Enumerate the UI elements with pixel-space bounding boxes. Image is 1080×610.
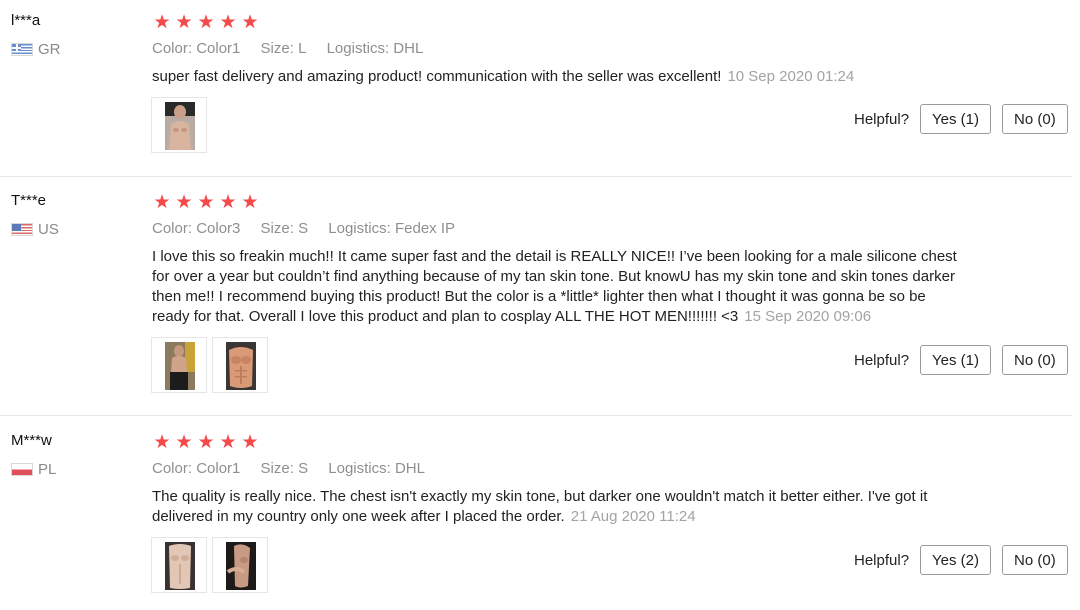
review-text: super fast delivery and amazing product!… bbox=[152, 67, 967, 87]
helpful-yes-button[interactable]: Yes (2) bbox=[920, 545, 992, 575]
star-icon: ★ bbox=[219, 431, 237, 453]
review-photo-thumbnail[interactable] bbox=[151, 337, 207, 393]
logistics-value: DHL bbox=[394, 460, 425, 477]
color-label: Color: bbox=[152, 220, 193, 237]
reviewer-country: PL bbox=[11, 461, 56, 478]
reviewer-name: M***w bbox=[11, 432, 52, 449]
helpful-label: Helpful? bbox=[854, 551, 910, 569]
star-icon: ★ bbox=[219, 11, 237, 33]
reviewer-country: GR bbox=[11, 41, 61, 58]
review-photo-thumbnail[interactable] bbox=[151, 537, 207, 593]
product-attributes: Color: Color3 Size: S Logistics: Fedex I… bbox=[152, 220, 471, 237]
logistics-label: Logistics: bbox=[328, 220, 391, 237]
size-value: S bbox=[298, 460, 309, 477]
star-icon: ★ bbox=[241, 191, 259, 213]
star-rating: ★ ★ ★ ★ ★ bbox=[152, 13, 260, 32]
star-icon: ★ bbox=[241, 431, 259, 453]
review-text: The quality is really nice. The chest is… bbox=[152, 487, 967, 527]
review-photo bbox=[226, 542, 256, 590]
review-text: I love this so freakin much!! It came su… bbox=[152, 247, 967, 327]
usa-flag-icon bbox=[11, 223, 33, 236]
helpful-yes-button[interactable]: Yes (1) bbox=[920, 345, 992, 375]
poland-flag-icon bbox=[11, 463, 33, 476]
review-photo bbox=[226, 342, 256, 390]
helpful-no-button[interactable]: No (0) bbox=[1002, 545, 1068, 575]
size-label: Size: bbox=[260, 460, 294, 477]
logistics-label: Logistics: bbox=[328, 460, 391, 477]
helpful-yes-button[interactable]: Yes (1) bbox=[920, 104, 992, 134]
reviewer-name: T***e bbox=[11, 192, 47, 209]
country-code: US bbox=[38, 221, 59, 238]
review-images bbox=[151, 537, 268, 593]
size-label: Size: bbox=[260, 220, 294, 237]
review-item: T***e US ★ ★ ★ ★ ★ Color: Color3 Size: S… bbox=[0, 177, 1072, 415]
helpful-vote: Helpful? Yes (1) No (0) bbox=[854, 104, 1068, 134]
review-photo-thumbnail[interactable] bbox=[151, 97, 207, 153]
review-item: l***a GR ★ ★ ★ ★ ★ Color: Color1 Size: L… bbox=[0, 0, 1072, 176]
helpful-vote: Helpful? Yes (1) No (0) bbox=[854, 345, 1068, 375]
review-images bbox=[151, 337, 268, 393]
review-photo-thumbnail[interactable] bbox=[212, 537, 268, 593]
review-item: M***w PL ★ ★ ★ ★ ★ Color: Color1 Size: S… bbox=[0, 416, 1072, 610]
greece-flag-icon bbox=[11, 43, 33, 56]
logistics-label: Logistics: bbox=[326, 40, 390, 57]
reviewer-name: l***a bbox=[11, 12, 41, 29]
star-icon: ★ bbox=[175, 431, 193, 453]
review-date: 15 Sep 2020 09:06 bbox=[744, 308, 872, 325]
review-body: The quality is really nice. The chest is… bbox=[152, 488, 928, 525]
review-images bbox=[151, 97, 207, 153]
product-attributes: Color: Color1 Size: S Logistics: DHL bbox=[152, 460, 441, 477]
star-icon: ★ bbox=[153, 11, 171, 33]
size-label: Size: bbox=[260, 40, 294, 57]
country-code: PL bbox=[38, 461, 57, 478]
star-rating: ★ ★ ★ ★ ★ bbox=[152, 433, 260, 452]
star-icon: ★ bbox=[153, 191, 171, 213]
logistics-value: Fedex IP bbox=[394, 220, 455, 237]
review-body: super fast delivery and amazing product!… bbox=[152, 68, 722, 85]
review-date: 21 Aug 2020 11:24 bbox=[570, 508, 696, 525]
star-icon: ★ bbox=[241, 11, 259, 33]
star-icon: ★ bbox=[219, 191, 237, 213]
helpful-vote: Helpful? Yes (2) No (0) bbox=[854, 545, 1068, 575]
color-label: Color: bbox=[152, 40, 193, 57]
country-code: GR bbox=[38, 41, 61, 58]
review-photo bbox=[165, 542, 195, 590]
review-photo-thumbnail[interactable] bbox=[212, 337, 268, 393]
color-value: Color1 bbox=[196, 460, 241, 477]
helpful-no-button[interactable]: No (0) bbox=[1002, 345, 1068, 375]
helpful-no-button[interactable]: No (0) bbox=[1002, 104, 1068, 134]
size-value: S bbox=[298, 220, 309, 237]
product-attributes: Color: Color1 Size: L Logistics: DHL bbox=[152, 40, 439, 57]
star-rating: ★ ★ ★ ★ ★ bbox=[152, 193, 260, 212]
review-photo bbox=[165, 342, 195, 390]
helpful-label: Helpful? bbox=[854, 110, 910, 128]
color-label: Color: bbox=[152, 460, 193, 477]
review-date: 10 Sep 2020 01:24 bbox=[727, 68, 855, 85]
review-photo bbox=[165, 102, 195, 150]
star-icon: ★ bbox=[175, 191, 193, 213]
star-icon: ★ bbox=[197, 11, 215, 33]
star-icon: ★ bbox=[153, 431, 171, 453]
star-icon: ★ bbox=[197, 431, 215, 453]
reviewer-country: US bbox=[11, 221, 59, 238]
color-value: Color1 bbox=[196, 40, 241, 57]
logistics-value: DHL bbox=[393, 40, 424, 57]
color-value: Color3 bbox=[196, 220, 241, 237]
size-value: L bbox=[298, 40, 307, 57]
star-icon: ★ bbox=[197, 191, 215, 213]
star-icon: ★ bbox=[175, 11, 193, 33]
helpful-label: Helpful? bbox=[854, 351, 910, 369]
